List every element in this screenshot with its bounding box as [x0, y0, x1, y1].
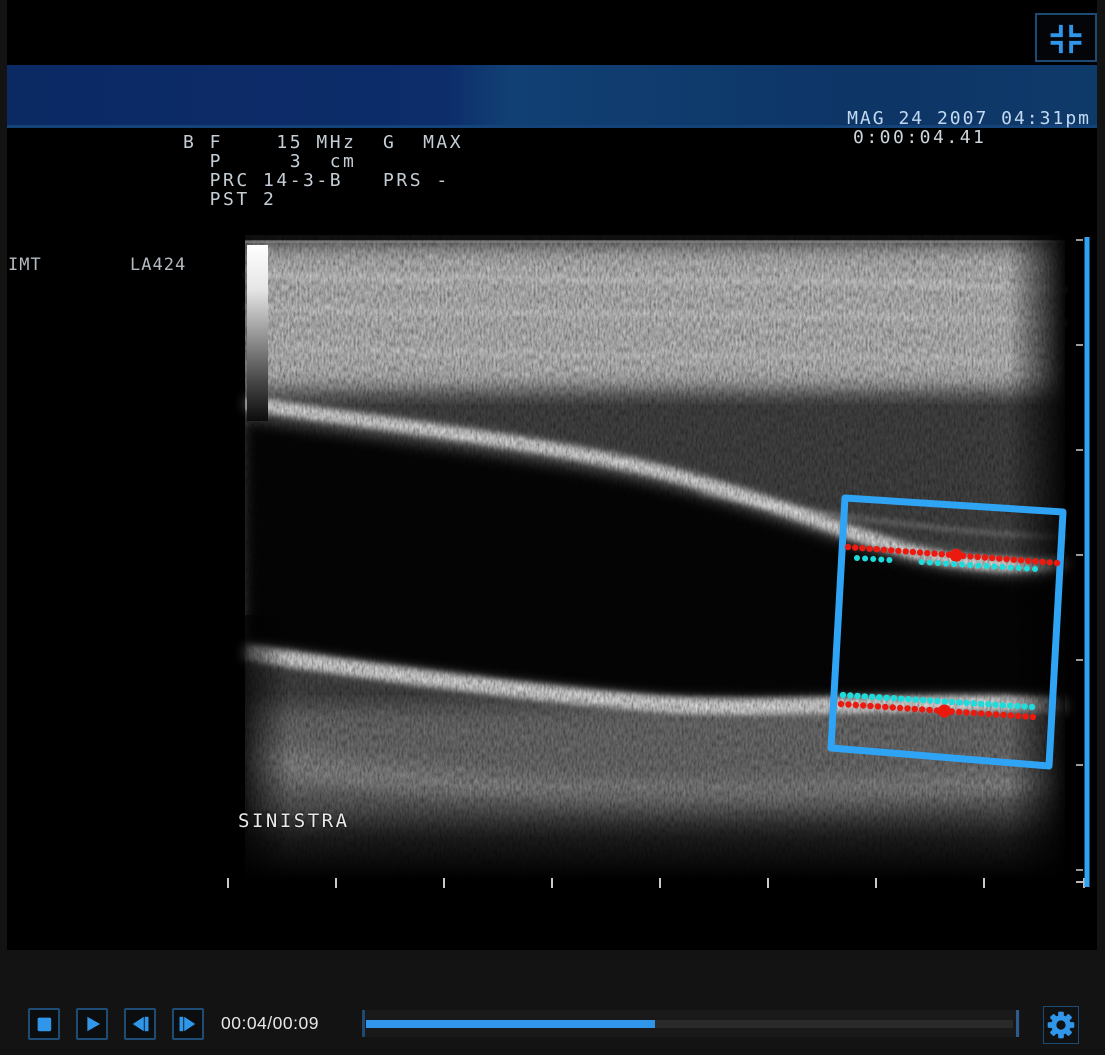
fullscreen-button[interactable] [1035, 13, 1097, 62]
probe-label: LA424 [130, 255, 186, 275]
step-backward-button[interactable] [124, 1008, 156, 1040]
scan-parameters: B F 15 MHz G MAX P 3 cm PRC 14-3-B PRS -… [183, 133, 463, 209]
player-window: MAG 24 2007 04:31pm 0:00:04.41 B F 15 MH… [0, 0, 1105, 1055]
mode-label: IMT [8, 255, 42, 275]
compress-icon [1039, 18, 1093, 60]
seek-fill [366, 1020, 655, 1028]
settings-button[interactable] [1043, 1006, 1079, 1044]
gear-icon [1045, 1008, 1077, 1042]
playback-controls-bar: 00:04/00:09 [0, 950, 1105, 1055]
seek-start-cap [362, 1010, 365, 1037]
time-display: 00:04/00:09 [221, 1013, 319, 1034]
seek-track[interactable] [366, 1020, 1013, 1028]
play-icon [78, 1010, 106, 1038]
video-frame: MAG 24 2007 04:31pm 0:00:04.41 B F 15 MH… [7, 0, 1097, 950]
side-label: SINISTRA [238, 810, 350, 832]
seek-end-cap [1016, 1010, 1019, 1037]
seek-bar[interactable] [362, 1010, 1020, 1037]
ultrasound-texture [245, 235, 1065, 880]
stop-icon [30, 1010, 58, 1038]
step-backward-icon [126, 1010, 154, 1038]
datetime-text: MAG 24 2007 04:31pm [847, 108, 1091, 129]
play-button[interactable] [76, 1008, 108, 1040]
elapsed-timestamp: 0:00:04.41 [853, 127, 986, 148]
grayscale-reference-bar [247, 245, 268, 421]
step-forward-button[interactable] [172, 1008, 204, 1040]
ultrasound-image [220, 235, 1097, 893]
machine-header-bar: MAG 24 2007 04:31pm [7, 65, 1097, 128]
stop-button[interactable] [28, 1008, 60, 1040]
step-forward-icon [174, 1010, 202, 1038]
